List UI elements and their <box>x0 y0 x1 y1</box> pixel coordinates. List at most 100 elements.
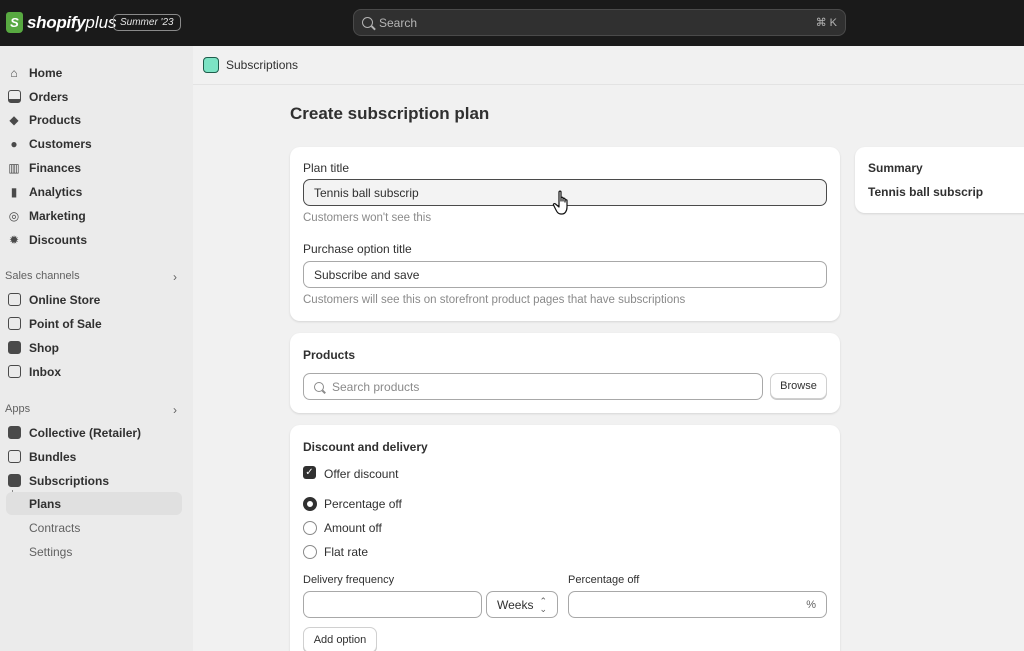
sidebar-item-label: Contracts <box>29 520 81 535</box>
amount-off-radio[interactable] <box>303 521 317 535</box>
chevron-right-icon: › <box>173 270 177 284</box>
plan-title-label: Plan title <box>303 161 350 175</box>
app-header: Subscriptions <box>193 46 1024 85</box>
summary-plan-name: Tennis ball subscrip <box>868 185 984 199</box>
shopify-bag-icon: S <box>6 12 23 33</box>
browse-button[interactable]: Browse <box>770 373 827 399</box>
sidebar-item-label: Bundles <box>29 449 77 464</box>
sidebar-item-shop[interactable]: Shop <box>0 336 182 359</box>
sidebar-item-plans[interactable]: Plans <box>6 492 182 515</box>
subscriptions-icon <box>7 474 21 488</box>
home-icon: ⌂ <box>10 65 18 80</box>
top-bar: S shopify plus Summer '23 Search ⌘ K <box>0 0 1024 46</box>
bank-icon: ▥ <box>8 160 20 175</box>
purchase-option-help: Customers will see this on storefront pr… <box>303 294 686 306</box>
subscriptions-app-icon <box>203 57 219 73</box>
purchase-option-value: Subscribe and save <box>314 267 420 282</box>
purchase-option-input[interactable]: Subscribe and save <box>303 261 827 288</box>
summary-heading: Summary <box>868 161 923 175</box>
sidebar-item-marketing[interactable]: ◎ Marketing <box>0 204 182 227</box>
global-search[interactable]: Search ⌘ K <box>353 9 846 36</box>
percentage-off-label: Percentage off <box>324 497 402 511</box>
person-icon: ● <box>10 136 18 151</box>
sidebar-item-contracts[interactable]: Contracts <box>0 516 182 539</box>
sidebar-item-analytics[interactable]: ▮ Analytics <box>0 180 182 203</box>
search-icon <box>362 17 373 28</box>
sidebar-item-label: Subscriptions <box>29 473 110 488</box>
sidebar-item-collective[interactable]: Collective (Retailer) <box>0 421 182 444</box>
chevron-right-icon: › <box>173 403 177 417</box>
percentage-off-input[interactable]: % <box>568 591 827 618</box>
sidebar-item-label: Discounts <box>29 232 88 247</box>
search-placeholder: Search <box>379 15 418 30</box>
chat-inbox-icon <box>7 365 21 379</box>
shop-icon <box>7 341 21 355</box>
brand-name: shopify <box>27 12 86 32</box>
sidebar-item-home[interactable]: ⌂ Home <box>0 61 182 84</box>
interval-select[interactable]: Weeks ⌃ ⌄ <box>486 591 558 618</box>
shopify-plus-logo[interactable]: S shopify plus <box>6 12 117 33</box>
search-products-placeholder: Search products <box>332 379 420 394</box>
flat-rate-radio[interactable] <box>303 545 317 559</box>
purchase-option-label: Purchase option title <box>303 242 412 256</box>
flat-rate-label: Flat rate <box>324 545 369 559</box>
search-products-input[interactable]: Search products <box>303 373 763 400</box>
summary-card <box>855 147 1024 213</box>
sidebar-item-label: Point of Sale <box>29 316 102 331</box>
amount-off-label: Amount off <box>324 521 382 535</box>
percent-suffix: % <box>806 598 816 611</box>
sales-channels-heading[interactable]: Sales channels › <box>5 270 177 284</box>
brand-plus: plus <box>85 12 117 32</box>
sidebar-item-orders[interactable]: Orders <box>0 85 182 108</box>
interval-value: Weeks <box>497 597 534 612</box>
percentage-off-radio[interactable] <box>303 497 317 511</box>
discount-delivery-heading: Discount and delivery <box>303 440 428 454</box>
sidebar-item-products[interactable]: ◆ Products <box>0 108 182 131</box>
sidebar-item-subscriptions[interactable]: Subscriptions <box>0 469 182 492</box>
hand-pointer-cursor-icon <box>552 190 568 215</box>
sidebar-item-settings[interactable]: Settings <box>0 540 182 563</box>
sidebar-item-finances[interactable]: ▥ Finances <box>0 156 182 179</box>
select-arrows-icon: ⌃ ⌄ <box>539 595 547 614</box>
sidebar-item-label: Online Store <box>29 292 101 307</box>
pos-icon <box>7 317 21 331</box>
inbox-tray-icon <box>7 90 21 104</box>
search-shortcut: ⌘ K <box>815 17 837 29</box>
search-icon <box>314 381 324 392</box>
tag-icon: ◆ <box>9 112 19 127</box>
sidebar-item-label: Marketing <box>29 208 86 223</box>
delivery-frequency-input[interactable] <box>303 591 482 618</box>
sidebar-item-label: Shop <box>29 340 59 355</box>
checkmark-icon: ✓ <box>305 467 314 478</box>
sidebar-item-bundles[interactable]: Bundles <box>0 445 182 468</box>
products-heading: Products <box>303 348 356 362</box>
store-icon <box>7 293 21 307</box>
sidebar-item-label: Plans <box>29 496 62 511</box>
target-icon: ◎ <box>8 208 20 223</box>
discount-badge-icon: ✹ <box>8 232 20 247</box>
edition-badge[interactable]: Summer '23 <box>113 14 181 31</box>
offer-discount-checkbox[interactable]: ✓ <box>303 466 316 479</box>
offer-discount-label: Offer discount <box>324 467 399 481</box>
sidebar-item-label: Finances <box>29 160 82 175</box>
sidebar-item-label: Inbox <box>29 364 61 379</box>
bar-chart-icon: ▮ <box>10 184 18 199</box>
percentage-off-field-label: Percentage off <box>568 574 640 586</box>
sidebar-item-label: Settings <box>29 544 73 559</box>
sidebar-item-label: Customers <box>29 136 92 151</box>
sidebar-item-label: Orders <box>29 89 69 104</box>
app-name: Subscriptions <box>226 58 299 72</box>
sidebar-item-point-of-sale[interactable]: Point of Sale <box>0 312 182 335</box>
collective-icon <box>7 426 21 440</box>
apps-heading[interactable]: Apps › <box>5 403 177 417</box>
sidebar-item-discounts[interactable]: ✹ Discounts <box>0 228 182 251</box>
sidebar-item-inbox[interactable]: Inbox <box>0 360 182 383</box>
delivery-frequency-label: Delivery frequency <box>303 574 395 586</box>
sidebar-item-online-store[interactable]: Online Store <box>0 288 182 311</box>
sidebar-item-label: Home <box>29 65 63 80</box>
sidebar-item-customers[interactable]: ● Customers <box>0 132 182 155</box>
sidebar-item-label: Products <box>29 112 82 127</box>
sidebar-item-label: Collective (Retailer) <box>29 425 142 440</box>
sidebar-item-label: Analytics <box>29 184 83 199</box>
add-option-button[interactable]: Add option <box>303 627 377 651</box>
